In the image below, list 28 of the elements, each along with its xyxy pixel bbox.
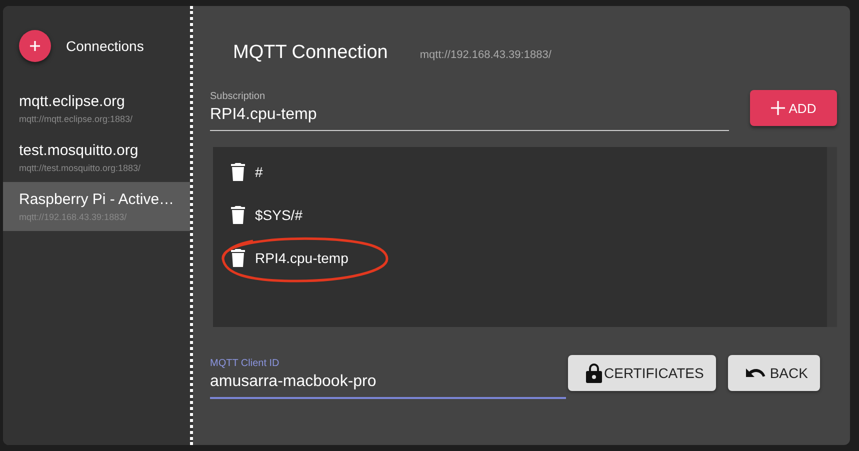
client-id-field[interactable]: amusarra-macbook-pro: [210, 373, 566, 399]
subscription-topic: #: [255, 164, 263, 180]
connection-url: mqtt://mqtt.eclipse.org:1883/: [19, 114, 134, 124]
trash-icon[interactable]: [231, 249, 245, 267]
subscription-topic: RPI4.cpu-temp: [255, 250, 348, 266]
connection-name: mqtt.eclipse.org: [19, 93, 126, 110]
plus-icon: [30, 41, 40, 51]
subscription-topic: $SYS/#: [255, 207, 302, 223]
trash-icon[interactable]: [231, 206, 245, 224]
back-button[interactable]: BACK: [728, 355, 820, 391]
field-label: MQTT Client ID: [210, 358, 280, 369]
connection-url: mqtt://192.168.43.39:1883/: [420, 49, 552, 61]
add-connection-button[interactable]: [19, 30, 51, 62]
connection-name: test.mosquitto.org: [19, 142, 140, 159]
trash-icon[interactable]: [231, 163, 245, 181]
add-button[interactable]: ADD: [750, 90, 837, 126]
connection-name: Raspberry Pi - Active…: [19, 191, 174, 208]
sidebar-title: Connections: [66, 38, 144, 54]
page-title: MQTT Connection: [233, 42, 388, 64]
connection-item[interactable]: test.mosquitto.org mqtt://test.mosquitto.org:1883/: [3, 133, 190, 182]
field-label: Subscription: [210, 91, 266, 102]
subscription-field[interactable]: RPI4.cpu-temp: [210, 106, 729, 131]
undo-arrow-icon: [746, 366, 768, 380]
lock-icon: [586, 363, 602, 383]
connection-item[interactable]: mqtt.eclipse.org mqtt://mqtt.eclipse.org:1883/: [3, 84, 190, 133]
connection-url: mqtt://test.mosquitto.org:1883/: [19, 163, 142, 173]
plus-icon: [770, 101, 785, 115]
certificates-button[interactable]: CERTIFICATES: [568, 355, 716, 391]
